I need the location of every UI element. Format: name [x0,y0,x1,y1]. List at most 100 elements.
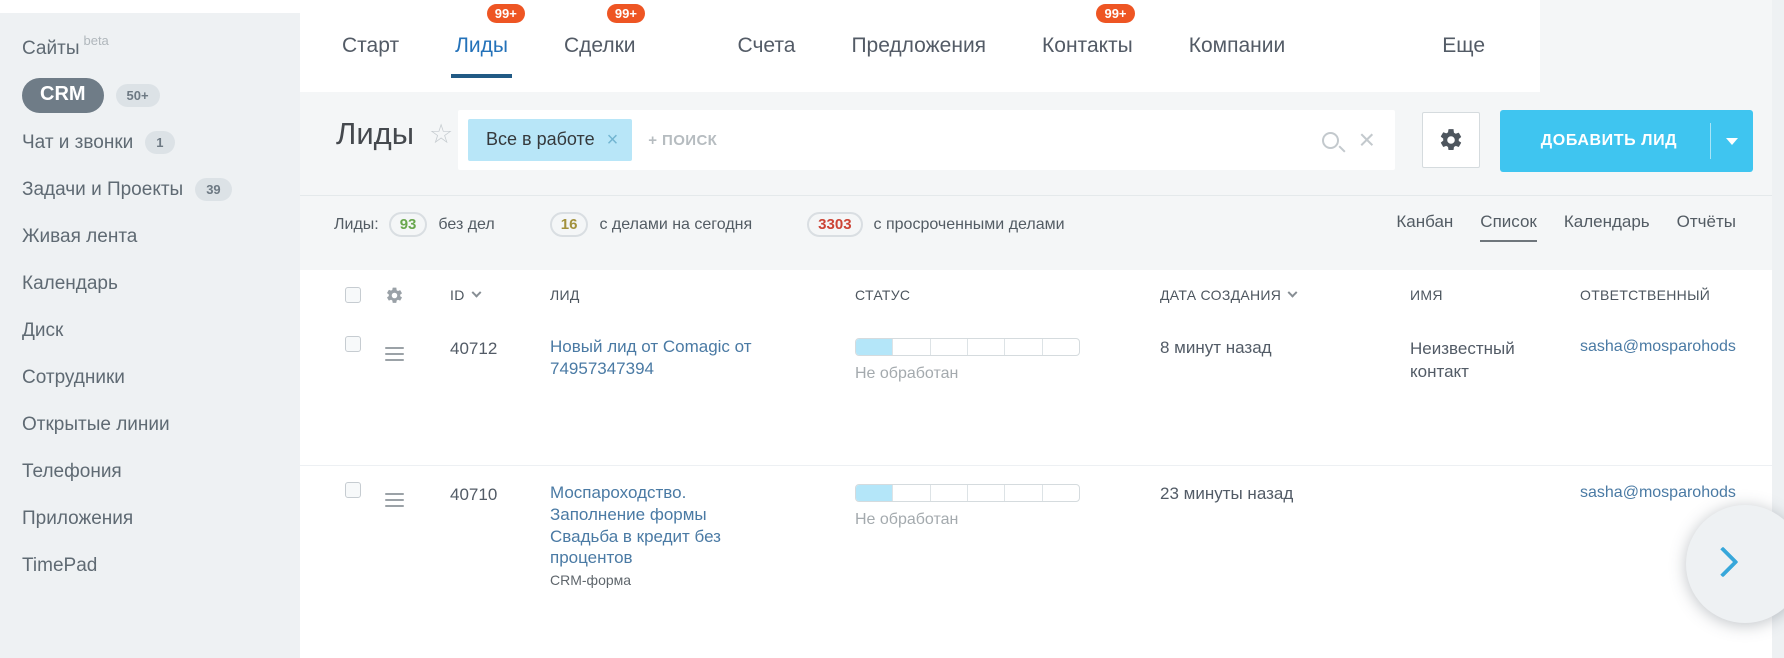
sidebar-item-label: TimePad [22,555,97,577]
table-body: 40712 Новый лид от Comagic от 7495734739… [300,320,1772,610]
sidebar-item-label: Задачи и Проекты [22,179,183,201]
sidebar-item[interactable]: Сайты beta [0,25,300,72]
sidebar-top-strip [0,0,300,13]
search-icon[interactable] [1322,132,1339,149]
nav-tab[interactable]: Компании [1189,0,1285,92]
table-header-row: ID ЛИД СТАТУС ДАТА СОЗДАНИЯ ИМЯ ОТВЕТСТВ… [300,270,1772,320]
table-row: 40710 Моспароходство. Заполнение формы С… [300,465,1772,610]
row-checkbox[interactable] [345,336,361,352]
nav-tab[interactable]: 99+ Сделки [564,0,636,92]
nav-tab[interactable]: Предложения [851,0,986,92]
sidebar-item[interactable]: Сотрудники [0,354,300,401]
chevron-right-icon [1707,546,1738,577]
row-menu-icon[interactable] [385,493,404,507]
view-tab[interactable]: Список [1480,212,1537,242]
active-tab-underline [451,74,512,78]
lead-link[interactable]: Моспароходство. Заполнение формы Свадьба… [550,482,755,569]
sidebar-item-label: Открытые линии [22,414,170,436]
stat-label: с делами на сегодня [599,216,752,234]
stat-item[interactable]: 93 без дел [389,212,495,237]
add-lead-button[interactable]: ДОБАВИТЬ ЛИД [1500,110,1753,172]
nav-tab[interactable]: 99+ Лиды [455,0,508,92]
sidebar-item-label: Чат и звонки [22,132,133,154]
created-time: 23 минуты назад [1160,482,1410,504]
row-menu-icon[interactable] [385,347,404,361]
column-header-id[interactable]: ID [450,287,465,303]
sort-caret-icon[interactable] [1288,287,1298,297]
view-tab[interactable]: Календарь [1564,212,1650,242]
sidebar-item[interactable]: TimePad [0,542,300,589]
chip-remove-icon[interactable]: × [607,130,619,150]
settings-button[interactable] [1422,112,1480,168]
row-checkbox[interactable] [345,482,361,498]
beta-tag: beta [83,33,108,48]
lead-id: 40710 [450,482,550,505]
sidebar-item-label: Живая лента [22,226,137,248]
sort-caret-icon[interactable] [471,287,481,297]
column-header-lead[interactable]: ЛИД [550,287,580,303]
stat-count-pill[interactable]: 93 [389,212,428,237]
nav-tab[interactable]: Счета [738,0,796,92]
top-navigation: Старт 99+ Лиды 99+ Сделки Счета [300,0,1540,92]
sidebar-item[interactable]: Календарь [0,260,300,307]
contact-name: Неизвестный контакт [1410,336,1540,384]
column-header-created[interactable]: ДАТА СОЗДАНИЯ [1160,287,1281,303]
sidebar-item[interactable]: Диск [0,307,300,354]
add-lead-label: ДОБАВИТЬ ЛИД [1500,132,1710,150]
column-settings-gear-icon[interactable] [385,286,404,305]
sidebar-item[interactable]: Приложения [0,495,300,542]
stat-count-pill[interactable]: 3303 [807,212,862,237]
sidebar-item-label: Приложения [22,508,133,530]
sidebar-item[interactable]: Живая лента [0,213,300,260]
favorite-star-icon[interactable]: ☆ [429,121,453,148]
toolbar: Лиды ☆ Все в работе × + ПОИСК × ДОБАВИТЬ… [300,92,1772,195]
gear-icon [1438,127,1464,153]
nav-tab-label: Контакты [1042,34,1133,58]
column-header-status[interactable]: СТАТУС [855,287,910,303]
sidebar-item[interactable]: Открытые линии [0,401,300,448]
column-header-name[interactable]: ИМЯ [1410,287,1443,303]
notification-badge: 99+ [607,4,645,23]
sidebar-item[interactable]: Задачи и Проекты 39 [0,166,300,213]
page-title: Лиды [336,116,414,152]
notification-badge: 99+ [487,4,525,23]
select-all-checkbox[interactable] [345,287,361,303]
chevron-down-icon [1726,138,1738,145]
view-switcher: Канбан Список Календарь Отчёты [1396,212,1736,242]
nav-tab-label: Компании [1189,34,1285,58]
nav-tab[interactable]: Старт [342,0,399,92]
stat-item[interactable]: 16 с делами на сегодня [550,212,752,237]
view-tab[interactable]: Канбан [1396,212,1453,242]
filter-chip[interactable]: Все в работе × [468,119,632,161]
stat-count-pill[interactable]: 16 [550,212,589,237]
responsible-link[interactable]: sasha@mosparohods [1580,482,1736,502]
sidebar-item-label: Сайты [22,38,79,60]
status-label: Не обработан [855,365,1160,383]
leads-table: ID ЛИД СТАТУС ДАТА СОЗДАНИЯ ИМЯ ОТВЕТСТВ… [300,270,1772,658]
nav-tab[interactable]: 99+ Контакты [1042,0,1133,92]
search-placeholder: + ПОИСК [648,132,717,149]
sidebar-item-label: Календарь [22,273,118,295]
nav-tab[interactable]: Еще [1442,0,1504,92]
view-tab[interactable]: Отчёты [1677,212,1736,242]
add-lead-dropdown[interactable] [1711,138,1753,145]
search-filter-input[interactable]: Все в работе × + ПОИСК × [458,110,1395,170]
lead-link[interactable]: Новый лид от Comagic от 74957347394 [550,336,755,380]
stat-item[interactable]: 3303 с просроченными делами [807,212,1064,237]
sidebar-item-label: Сотрудники [22,367,125,389]
sidebar-item[interactable]: CRM 50+ [0,72,300,119]
sidebar-item[interactable]: Телефония [0,448,300,495]
nav-tab-label: Лиды [455,34,508,58]
main-area: Старт 99+ Лиды 99+ Сделки Счета [300,0,1772,658]
column-header-responsible[interactable]: ОТВЕТСТВЕННЫЙ [1580,287,1710,303]
sidebar-item[interactable]: Чат и звонки 1 [0,119,300,166]
status-progress-bar [855,484,1080,502]
status-label: Не обработан [855,511,1160,529]
counter-badge: 50+ [116,84,160,107]
status-progress-bar [855,338,1080,356]
clear-search-icon[interactable]: × [1359,126,1375,154]
nav-tab-label: Старт [342,34,399,58]
counter-badge: 39 [195,178,231,201]
sidebar: Сайты beta CRM 50+ Чат и звонки 1 Задачи… [0,13,300,658]
responsible-link[interactable]: sasha@mosparohods [1580,336,1736,356]
